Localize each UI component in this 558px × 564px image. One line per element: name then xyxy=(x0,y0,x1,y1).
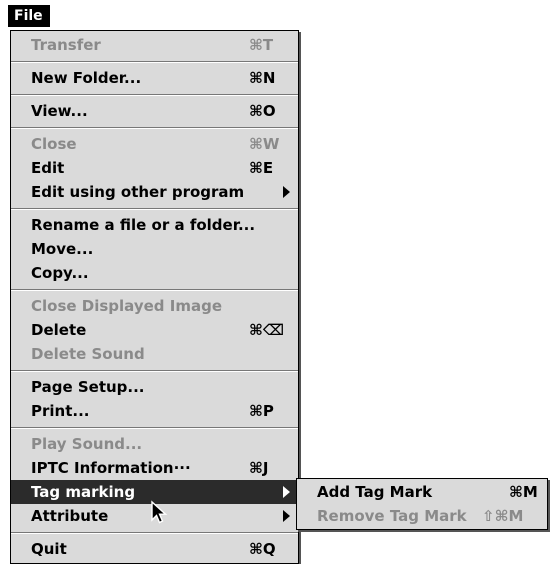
menu-separator xyxy=(11,127,298,129)
menu-item-shortcut: ⌘M xyxy=(509,483,538,501)
menu-item-delete-sound: Delete Sound xyxy=(11,342,298,366)
mouse-pointer-icon xyxy=(151,500,168,524)
menu-item-label: Edit xyxy=(31,159,65,177)
submenu-arrow-icon xyxy=(283,186,290,198)
menu-item-label: Quit xyxy=(31,540,67,558)
menu-item-shortcut: ⌘J xyxy=(249,459,269,477)
menu-item-transfer: Transfer ⌘T xyxy=(11,33,298,57)
submenu-arrow-icon xyxy=(283,486,290,498)
menu-item-shortcut: ⇧⌘M xyxy=(482,507,524,525)
menu-separator xyxy=(11,532,298,534)
menu-item-shortcut: ⌘T xyxy=(249,36,274,54)
menu-separator xyxy=(11,370,298,372)
menu-item-label: IPTC Information··· xyxy=(31,459,191,477)
menu-item-edit-using-other-program[interactable]: Edit using other program xyxy=(11,180,298,204)
menu-item-label: Delete xyxy=(31,321,87,339)
menu-item-iptc-information[interactable]: IPTC Information··· ⌘J xyxy=(11,456,298,480)
menu-item-shortcut: ⌘P xyxy=(249,402,274,420)
menu-item-label: Edit using other program xyxy=(31,183,245,201)
menu-item-shortcut: ⌘E xyxy=(249,159,274,177)
menu-item-shortcut: ⌘N xyxy=(249,69,276,87)
menu-item-quit[interactable]: Quit ⌘Q xyxy=(11,537,298,561)
menu-item-label: Remove Tag Mark xyxy=(317,507,467,525)
submenu-item-remove-tag-mark: Remove Tag Mark ⇧⌘M xyxy=(297,504,547,528)
file-menu-title[interactable]: File xyxy=(8,5,50,27)
menu-item-label: Add Tag Mark xyxy=(317,483,433,501)
file-menu: Transfer ⌘T New Folder... ⌘N View... ⌘O … xyxy=(10,30,299,564)
menu-item-label: Close xyxy=(31,135,77,153)
menu-item-delete[interactable]: Delete ⌘⌫ xyxy=(11,318,298,342)
menu-item-new-folder[interactable]: New Folder... ⌘N xyxy=(11,66,298,90)
menu-separator xyxy=(11,289,298,291)
menu-item-copy[interactable]: Copy... xyxy=(11,261,298,285)
menu-item-page-setup[interactable]: Page Setup... xyxy=(11,375,298,399)
menu-item-shortcut: ⌘O xyxy=(249,102,276,120)
menu-item-label: View... xyxy=(31,102,88,120)
menu-item-rename[interactable]: Rename a file or a folder... xyxy=(11,213,298,237)
menu-separator xyxy=(11,61,298,63)
menu-item-close: Close ⌘W xyxy=(11,132,298,156)
menu-item-label: Tag marking xyxy=(31,483,136,501)
menu-item-label: Delete Sound xyxy=(31,345,145,363)
menu-item-move[interactable]: Move... xyxy=(11,237,298,261)
menu-item-label: Attribute xyxy=(31,507,109,525)
submenu-item-add-tag-mark[interactable]: Add Tag Mark ⌘M xyxy=(297,480,547,504)
menu-item-shortcut: ⌘W xyxy=(249,135,280,153)
menu-item-label: Move... xyxy=(31,240,94,258)
menu-separator xyxy=(11,94,298,96)
menu-item-label: Rename a file or a folder... xyxy=(31,216,256,234)
menu-item-label: New Folder... xyxy=(31,69,142,87)
menu-item-edit[interactable]: Edit ⌘E xyxy=(11,156,298,180)
menu-item-shortcut: ⌘⌫ xyxy=(249,321,285,339)
submenu-arrow-icon xyxy=(283,510,290,522)
menu-separator xyxy=(11,208,298,210)
menu-item-label: Close Displayed Image xyxy=(31,297,222,315)
menu-item-close-displayed-image: Close Displayed Image xyxy=(11,294,298,318)
menu-item-view[interactable]: View... ⌘O xyxy=(11,99,298,123)
menu-item-label: Print... xyxy=(31,402,90,420)
tag-marking-submenu: Add Tag Mark ⌘M Remove Tag Mark ⇧⌘M xyxy=(296,478,548,530)
menu-item-label: Page Setup... xyxy=(31,378,145,396)
menu-item-label: Play Sound... xyxy=(31,435,143,453)
menu-item-play-sound: Play Sound... xyxy=(11,432,298,456)
menu-item-shortcut: ⌘Q xyxy=(249,540,276,558)
menu-item-print[interactable]: Print... ⌘P xyxy=(11,399,298,423)
menu-item-label: Copy... xyxy=(31,264,89,282)
menu-item-label: Transfer xyxy=(31,36,101,54)
menu-separator xyxy=(11,427,298,429)
